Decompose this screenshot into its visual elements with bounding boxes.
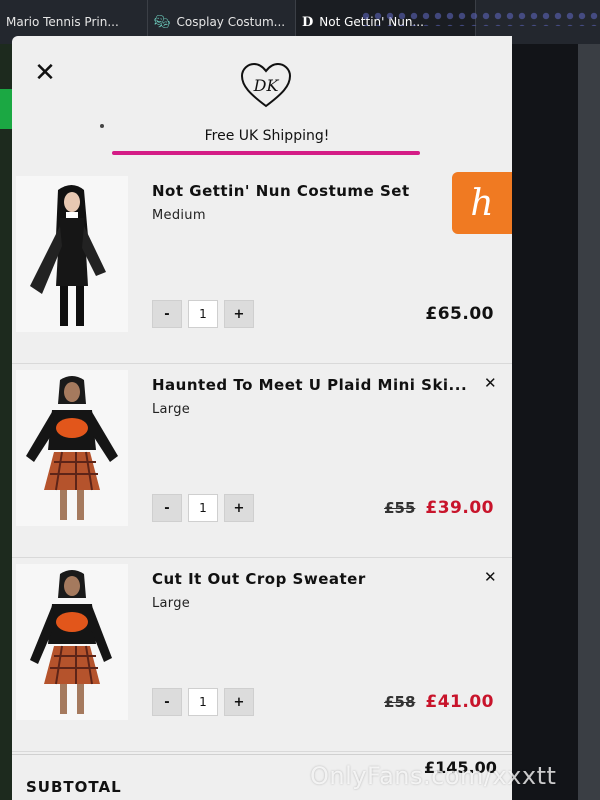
decrease-quantity-button[interactable]: - — [152, 494, 182, 522]
subtotal-label: SUBTOTAL — [26, 778, 122, 796]
quantity-stepper: - 1 + — [152, 494, 254, 522]
sale-price: £39.00 — [425, 498, 494, 518]
original-price: £58 — [384, 693, 416, 711]
shipping-dot — [100, 124, 104, 128]
quantity-stepper: - 1 + — [152, 300, 254, 328]
nun-costume-figure — [16, 176, 128, 332]
product-name[interactable]: Cut It Out Crop Sweater — [152, 570, 472, 588]
product-size: Large — [152, 402, 191, 417]
quantity-value[interactable]: 1 — [188, 300, 218, 328]
original-price: £55 — [384, 499, 416, 517]
close-cart-button[interactable]: ✕ — [32, 60, 58, 86]
crop-sweater-figure — [16, 564, 128, 720]
cart-drawer: ✕ DK Free UK Shipping! h Not Gettin' Nun… — [12, 36, 512, 800]
background-green-element — [0, 89, 12, 129]
tab-title: Mario Tennis Prin... — [6, 15, 119, 29]
remove-item-button[interactable]: ✕ — [484, 374, 497, 392]
svg-text:DK: DK — [253, 76, 280, 95]
product-image[interactable] — [16, 370, 128, 526]
price-group: £65.00 — [425, 304, 494, 324]
dk-logo[interactable]: DK — [240, 62, 292, 110]
watermark-text: OnlyFans.com/xxxtt — [310, 762, 557, 790]
increase-quantity-button[interactable]: + — [224, 688, 254, 716]
price-group: £55 £39.00 — [384, 498, 494, 518]
item-price: £65.00 — [425, 304, 494, 324]
price-group: £58 £41.00 — [384, 692, 494, 712]
shipping-progress-bar — [112, 151, 420, 155]
product-size: Large — [152, 596, 191, 611]
quantity-value[interactable]: 1 — [188, 688, 218, 716]
decrease-quantity-button[interactable]: - — [152, 688, 182, 716]
window-edge — [578, 44, 600, 800]
heart-logo-icon: DK — [240, 62, 292, 108]
product-name[interactable]: Not Gettin' Nun Costume Set — [152, 182, 472, 200]
free-shipping-text: Free UK Shipping! — [204, 128, 330, 144]
background-page-right — [512, 44, 600, 800]
decrease-quantity-button[interactable]: - — [152, 300, 182, 328]
cart-item: Cut It Out Crop Sweater Large ✕ - 1 + £5… — [12, 560, 512, 752]
increase-quantity-button[interactable]: + — [224, 300, 254, 328]
tab-title: Cosplay Costum... — [176, 15, 286, 29]
remove-item-button[interactable]: ✕ — [484, 568, 497, 586]
cart-item: Not Gettin' Nun Costume Set Medium - 1 +… — [12, 172, 512, 364]
mask-icon: 🎭︎ — [154, 14, 171, 30]
increase-quantity-button[interactable]: + — [224, 494, 254, 522]
quantity-value[interactable]: 1 — [188, 494, 218, 522]
decorative-dots — [360, 10, 600, 26]
plaid-skirt-figure — [16, 370, 128, 526]
product-size: Medium — [152, 208, 206, 223]
product-image[interactable] — [16, 564, 128, 720]
quantity-stepper: - 1 + — [152, 688, 254, 716]
cart-item: Haunted To Meet U Plaid Mini Ski... Larg… — [12, 366, 512, 558]
dk-icon: D — [302, 14, 314, 30]
subtotal-divider — [12, 754, 512, 755]
product-image[interactable] — [16, 176, 128, 332]
product-name[interactable]: Haunted To Meet U Plaid Mini Ski... — [152, 376, 472, 394]
sale-price: £41.00 — [425, 692, 494, 712]
